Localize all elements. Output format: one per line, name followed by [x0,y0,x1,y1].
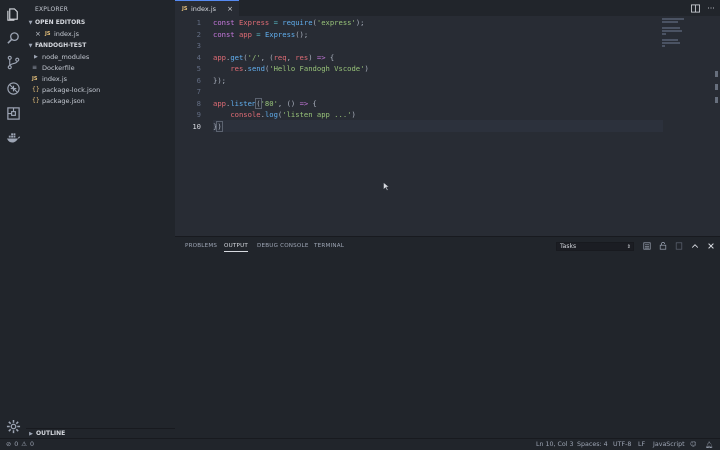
activity-bar [0,0,26,438]
outline-header[interactable]: ▶ OUTLINE [26,428,175,438]
editor-tab-bar: JS index.js × ··· [175,0,720,16]
language-mode[interactable]: JavaScript [653,441,685,448]
split-editor-icon[interactable] [690,3,700,13]
tree-item-package-json[interactable]: {} package.json [26,95,175,106]
tree-item-node-modules[interactable]: ▶ node_modules [26,51,175,62]
line-number: 3 [196,41,201,50]
close-panel-icon[interactable] [706,241,716,251]
cursor-position[interactable]: Ln 10, Col 3 [536,441,574,448]
editor-scrollbar[interactable] [715,71,720,110]
chevron-right-icon: ▶ [34,53,38,60]
debug-icon[interactable] [4,79,22,97]
line-number: 2 [196,29,201,39]
warning-icon: ⚠ [21,441,27,448]
chevron-updown-icon: ⇕ [626,243,631,250]
status-bar: ⊘ 0 ⚠ 0 Ln 10, Col 3 Spaces: 4 UTF-8 LF … [0,438,720,450]
chevron-right-icon: ▶ [29,430,33,437]
extensions-icon[interactable] [4,104,22,122]
lock-scroll-icon[interactable] [658,241,668,251]
output-channel-select[interactable]: Tasks ⇕ [556,242,634,251]
minimap[interactable] [662,18,686,48]
current-line-highlight [213,120,663,132]
code-line: const Express = require('express'); [213,18,365,27]
line-number: 7 [196,87,201,96]
line-number: 1 [196,18,201,27]
open-editor-item[interactable]: × JS index.js [26,28,175,39]
open-editors-header[interactable]: ▼ OPEN EDITORS [26,17,175,28]
maximize-panel-icon[interactable] [690,241,700,251]
files-icon[interactable] [4,5,22,23]
bottom-panel: PROBLEMS OUTPUT DEBUG CONSOLE TERMINAL T… [175,236,720,438]
indentation[interactable]: Spaces: 4 [577,441,608,448]
tree-item-index-js[interactable]: JS index.js [26,73,175,84]
settings-gear-icon[interactable] [4,417,22,435]
mouse-pointer-icon [383,182,389,191]
tab-index-js[interactable]: JS index.js × [175,0,239,16]
js-file-icon: JS [45,30,51,37]
json-file-icon: {} [32,86,40,93]
code-line: app.get('/', (req, res) => { [213,52,335,62]
line-number: 10 [192,121,201,131]
feedback-icon[interactable]: ☺ [690,441,697,448]
code-editor[interactable]: 1 2 3 4 5 6 7 8 9 10 const Express = req… [175,16,720,236]
line-number: 8 [196,98,201,108]
code-line: res.send('Hello Fandogh Vscode') [230,64,369,73]
encoding[interactable]: UTF-8 [613,441,631,448]
line-number: 6 [196,75,201,85]
tab-terminal[interactable]: TERMINAL [314,243,344,249]
file-icon: ≡ [32,64,38,71]
line-number: 5 [196,64,201,73]
error-icon: ⊘ [6,441,12,448]
more-actions-icon[interactable]: ··· [706,3,716,13]
chevron-down-icon: ▼ [28,42,33,49]
js-file-icon: JS [182,5,188,12]
close-icon[interactable]: × [227,5,233,13]
tab-debug-console[interactable]: DEBUG CONSOLE [257,243,309,249]
close-icon[interactable]: × [35,30,45,38]
code-line: }) [213,120,223,132]
chevron-down-icon: ▼ [28,19,33,26]
clear-output-icon[interactable] [642,241,652,251]
code-line: app.listen('80', () => { [213,97,317,109]
json-file-icon: {} [32,97,40,104]
explorer-sidebar: EXPLORER ▼ OPEN EDITORS × JS index.js ▼ … [26,0,175,438]
code-line: console.log('listen app ...') [230,110,356,119]
tree-item-package-lock-json[interactable]: {} package-lock.json [26,84,175,95]
explorer-title: EXPLORER [35,6,69,13]
line-endings[interactable]: LF [638,441,645,448]
open-log-file-icon[interactable] [674,241,684,251]
line-number: 9 [196,110,201,119]
tree-item-dockerfile[interactable]: ≡ Dockerfile [26,62,175,73]
search-icon[interactable] [4,29,22,47]
source-control-icon[interactable] [4,53,22,71]
docker-icon[interactable] [4,129,22,147]
js-file-icon: JS [32,75,38,82]
problems-indicator[interactable]: ⊘ 0 ⚠ 0 [6,441,34,448]
notifications-icon[interactable]: 🔔︎ [705,441,713,449]
code-line: const app = Express(); [213,29,309,39]
line-number: 4 [196,52,201,62]
code-line: }); [213,75,226,85]
tab-problems[interactable]: PROBLEMS [185,243,217,249]
tab-output[interactable]: OUTPUT [224,243,248,252]
folder-header[interactable]: ▼ FANDOGH-TEST [26,40,175,51]
